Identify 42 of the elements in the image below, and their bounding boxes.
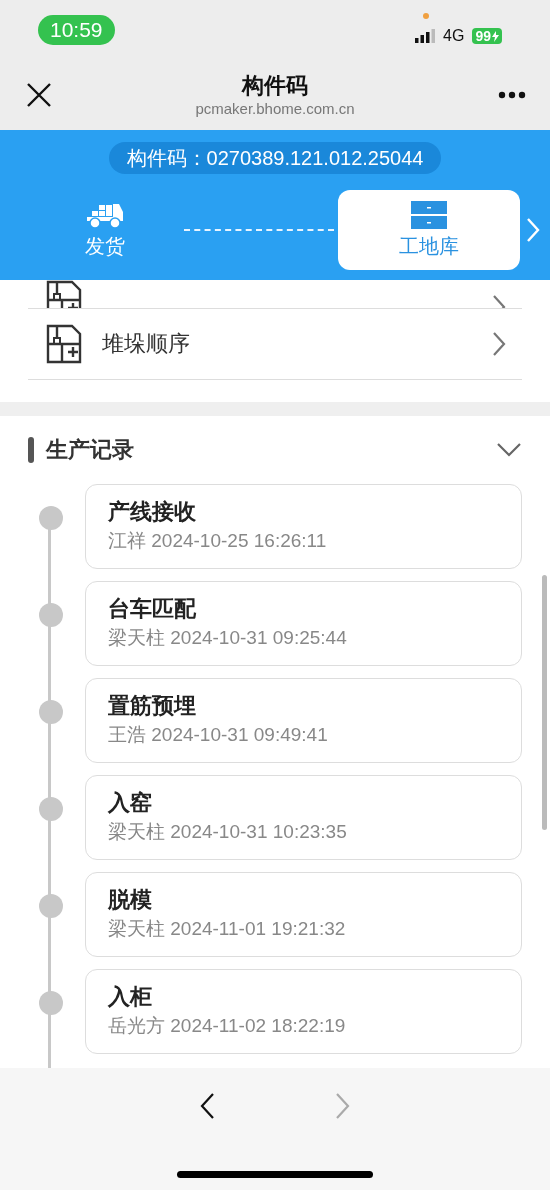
battery-indicator: 99 xyxy=(472,28,502,44)
close-button[interactable] xyxy=(26,82,52,108)
record-title: 置筋预埋 xyxy=(108,692,197,720)
menu-row[interactable] xyxy=(28,280,522,309)
page-title: 构件码 xyxy=(242,72,308,100)
record-detail: 王浩 2024-10-31 09:49:41 xyxy=(108,723,329,747)
record-title: 入窑 xyxy=(108,789,153,817)
step-tab[interactable]: 发货 xyxy=(30,190,180,270)
timeline-dot xyxy=(39,797,63,821)
record-detail: 梁天柱 2024-10-31 09:25:44 xyxy=(108,626,348,650)
timeline-dot xyxy=(39,506,63,530)
timeline-dot xyxy=(39,991,63,1015)
record-title: 脱模 xyxy=(108,886,153,914)
record-detail: 梁天柱 2024-11-01 19:21:32 xyxy=(108,917,347,941)
section-title: 生产记录 xyxy=(46,436,135,464)
page-url: pcmaker.bhome.com.cn xyxy=(195,100,355,118)
timeline-dot xyxy=(39,700,63,724)
cabinet-icon xyxy=(411,200,447,229)
back-button[interactable] xyxy=(200,1092,216,1120)
record-detail: 梁天柱 2024-10-31 10:23:35 xyxy=(108,820,348,844)
next-arrow[interactable] xyxy=(526,217,540,243)
signal-icon xyxy=(415,29,436,43)
stack-plan-icon xyxy=(46,324,82,364)
menu-row[interactable]: 堆垛顺序 xyxy=(28,309,522,380)
step-tab[interactable]: 工地库 xyxy=(338,190,520,270)
collapse-toggle[interactable] xyxy=(496,442,522,458)
stack-plan-icon xyxy=(46,280,82,308)
clock: 10:59 xyxy=(38,15,115,45)
more-button[interactable] xyxy=(498,91,526,99)
chevron-right-icon xyxy=(492,331,506,357)
privacy-dot xyxy=(423,13,430,19)
record-title: 入柜 xyxy=(108,983,153,1011)
timeline-dot xyxy=(39,894,63,918)
record-title: 产线接收 xyxy=(108,498,197,526)
timeline-dot xyxy=(39,603,63,627)
record-title: 台车匹配 xyxy=(108,595,197,623)
record-detail: 岳光方 2024-11-02 18:22:19 xyxy=(108,1014,347,1038)
network-label: 4G xyxy=(443,27,465,45)
component-code: 构件码：0270389.121.012.25044 xyxy=(108,142,442,174)
record-detail: 江祥 2024-10-25 16:26:11 xyxy=(108,529,328,553)
menu-label: 堆垛顺序 xyxy=(102,330,191,358)
section-marker xyxy=(28,437,34,463)
